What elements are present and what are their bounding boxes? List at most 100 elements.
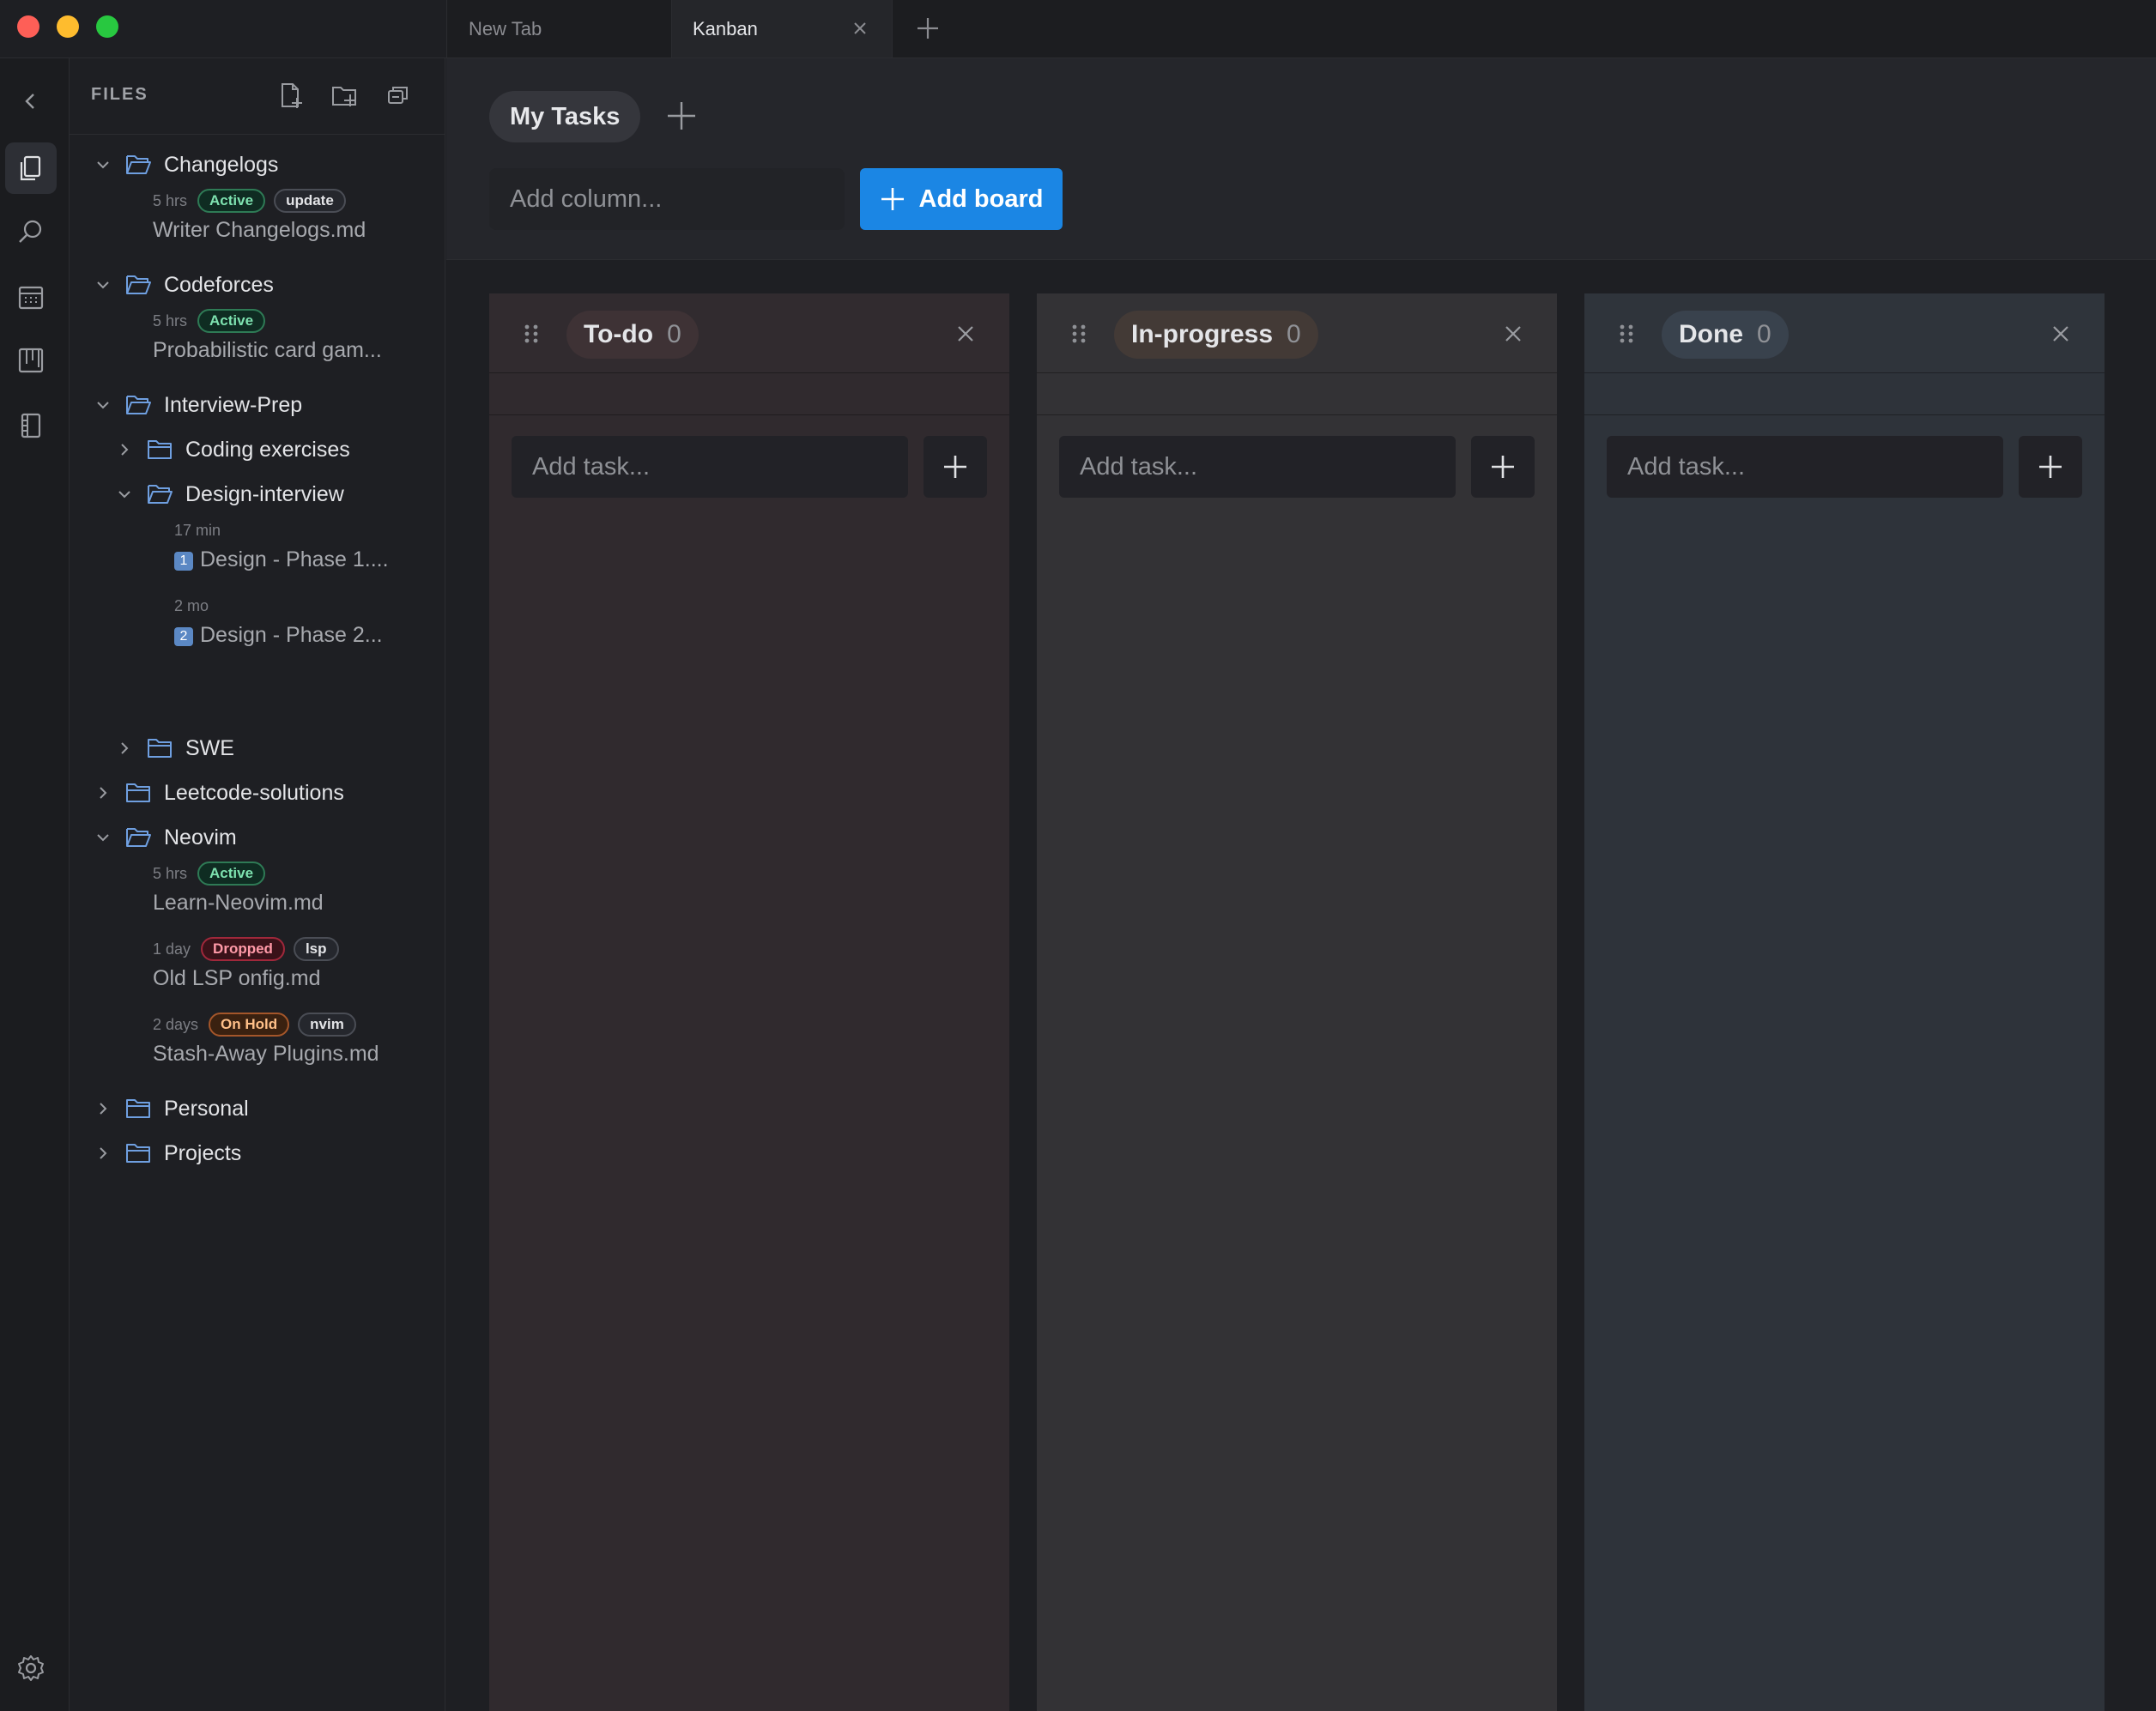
column-header: In-progress 0 [1037,293,1557,373]
file-item[interactable]: Writer Changelogs.md [153,218,366,243]
folder-leetcode-solutions[interactable]: Leetcode-solutions [94,777,344,808]
drag-handle-icon[interactable] [1069,323,1088,345]
plus-icon [944,456,966,478]
file-item[interactable]: Learn-Neovim.md [153,891,324,916]
folder-name: SWE [185,735,234,760]
kanban-column-in-progress: In-progress 0 [1037,293,1557,1711]
add-task-button[interactable] [924,436,987,498]
close-column-icon[interactable] [1502,323,1524,345]
close-column-icon[interactable] [2050,323,2072,345]
column-header: Done 0 [1584,293,2105,373]
folder-personal[interactable]: Personal [94,1093,249,1124]
folder-projects[interactable]: Projects [94,1138,241,1169]
column-title: In-progress [1131,320,1274,348]
folder-swe[interactable]: SWE [115,733,234,764]
board-tab-my-tasks[interactable]: My Tasks [489,91,641,142]
search-icon[interactable] [15,216,46,247]
add-board-plus-icon[interactable] [663,97,700,135]
column-count: 0 [1757,320,1771,348]
file-item[interactable]: 2 Design - Phase 2... [174,623,383,648]
folder-icon [126,1099,150,1118]
maximize-window-button[interactable] [96,15,118,38]
new-folder-icon[interactable] [330,81,359,110]
kanban-column-done: Done 0 [1584,293,2105,1711]
status-badge: Active [197,862,266,886]
add-column-input[interactable] [489,168,845,230]
folder-name: Neovim [164,825,237,849]
folder-name: Interview-Prep [164,392,303,417]
column-divider [489,373,1009,415]
folder-name: Coding exercises [185,437,350,462]
file-meta: 5 hrs Active [153,862,274,886]
folder-open-icon [148,485,173,504]
tab-new-tab[interactable]: New Tab [446,0,669,57]
folder-name: Personal [164,1096,249,1121]
file-time: 1 day [153,940,191,958]
file-meta: 2 mo [174,594,219,618]
folder-name: Design-interview [185,481,344,506]
keycap-number-icon: 1 [174,552,193,571]
settings-gear-icon[interactable] [15,1653,46,1684]
column-count: 0 [667,320,681,348]
kanban-icon[interactable] [15,345,46,376]
plus-icon [881,188,904,210]
folder-codeforces[interactable]: Codeforces [94,269,274,300]
new-tab-plus-icon[interactable] [913,14,942,43]
plus-icon [1492,456,1514,478]
tab-kanban[interactable]: Kanban [671,0,893,57]
chevron-down-icon [97,834,109,842]
calendar-icon[interactable] [15,281,46,312]
folder-name: Leetcode-solutions [164,780,344,805]
tab-label: New Tab [469,17,542,39]
drag-handle-icon[interactable] [1617,323,1636,345]
add-task-input[interactable] [1607,436,2003,498]
tag-badge: lsp [293,937,339,961]
column-title: To-do [584,320,654,348]
drag-handle-icon[interactable] [522,323,541,345]
file-item[interactable]: Old LSP onfig.md [153,966,320,991]
file-item[interactable]: Stash-Away Plugins.md [153,1042,379,1067]
activity-bar [0,58,70,1711]
folder-design-interview[interactable]: Design-interview [115,479,344,510]
minimize-window-button[interactable] [57,15,79,38]
folder-open-icon [126,828,151,847]
chevron-down-icon [97,402,109,409]
column-divider [1584,373,2105,415]
folder-icon [148,739,172,758]
column-title-pill: Done 0 [1662,311,1789,359]
add-task-input[interactable] [512,436,908,498]
collapse-all-icon[interactable] [384,81,413,110]
file-time: 17 min [174,521,221,539]
add-board-button[interactable]: Add board [860,168,1063,230]
collapse-sidebar-icon[interactable] [15,86,46,117]
folder-icon [126,783,150,802]
file-meta: 5 hrs Active [153,309,274,333]
chevron-right-icon [121,742,129,754]
kanban-toolbar: My Tasks Add board [446,58,2156,260]
folder-neovim[interactable]: Neovim [94,822,237,853]
tab-label: Kanban [693,17,758,39]
plus-icon [2039,456,2062,478]
add-task-button[interactable] [2019,436,2082,498]
column-count: 0 [1287,320,1301,348]
new-file-icon[interactable] [276,81,305,110]
folder-interview-prep[interactable]: Interview-Prep [94,390,302,420]
folder-coding-exercises[interactable]: Coding exercises [115,434,350,465]
files-icon[interactable] [15,153,46,184]
close-tab-icon[interactable] [851,19,869,38]
chevron-down-icon [97,281,109,289]
column-title-pill: In-progress 0 [1114,311,1318,359]
file-time: 2 mo [174,596,209,614]
folder-changelogs[interactable]: Changelogs [94,149,278,180]
file-explorer: FILES Changelogs 5 hrs Active update Wri… [70,58,445,1711]
add-task-input[interactable] [1059,436,1456,498]
file-meta: 1 day Dropped lsp [153,937,348,961]
close-window-button[interactable] [17,15,39,38]
close-column-icon[interactable] [954,323,977,345]
status-badge: On Hold [209,1013,290,1037]
add-task-button[interactable] [1471,436,1535,498]
file-item[interactable]: Probabilistic card gam... [153,338,382,363]
status-badge: Active [197,309,266,333]
notebook-icon[interactable] [15,410,46,441]
file-item[interactable]: 1 Design - Phase 1.... [174,547,389,572]
